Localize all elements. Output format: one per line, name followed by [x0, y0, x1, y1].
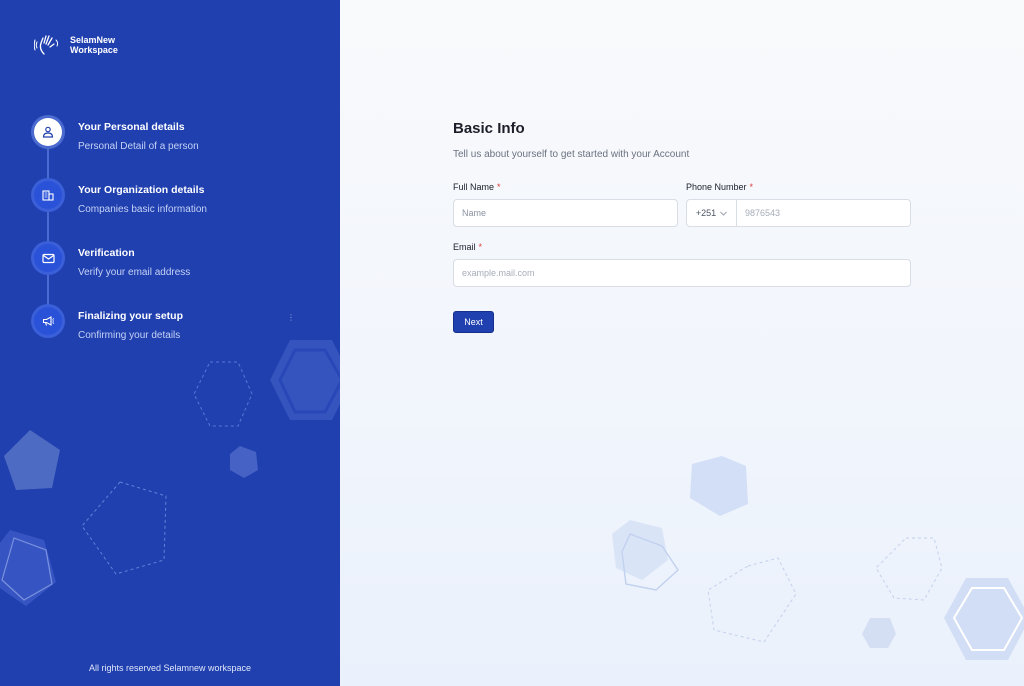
email-label: Email *: [453, 242, 483, 252]
main-content: Basic Info Tell us about yourself to get…: [340, 0, 1024, 686]
full-name-field-group: Full Name *: [453, 182, 678, 227]
mail-icon: [34, 244, 62, 272]
country-code-value: +251: [695, 208, 717, 218]
brand-name: SelamNew Workspace: [70, 35, 118, 55]
step-organization-details[interactable]: Your Organization details Companies basi…: [34, 181, 207, 244]
building-icon: [34, 181, 62, 209]
step-title: Verification: [78, 247, 135, 259]
step-subtitle: Personal Detail of a person: [78, 141, 199, 152]
resize-handle-icon[interactable]: ⋮: [287, 313, 295, 322]
waving-hand-icon: [34, 35, 59, 55]
step-finalizing-setup[interactable]: Finalizing your setup Confirming your de…: [34, 307, 207, 370]
country-code-select[interactable]: +251: [687, 200, 737, 226]
phone-field-group: Phone Number * +251: [686, 182, 911, 227]
full-name-label: Full Name *: [453, 182, 501, 192]
brand-line2: Workspace: [70, 45, 118, 55]
footer-copyright: All rights reserved Selamnew workspace: [88, 663, 252, 673]
step-subtitle: Verify your email address: [78, 267, 191, 278]
phone-label: Phone Number *: [686, 182, 754, 192]
form-title: Basic Info: [453, 120, 525, 137]
email-input[interactable]: [453, 259, 911, 287]
step-verification[interactable]: Verification Verify your email address: [34, 244, 207, 307]
step-title: Your Organization details: [78, 184, 205, 196]
phone-input-group: +251: [686, 199, 911, 227]
main-decoration: [612, 456, 1024, 660]
step-personal-details[interactable]: Your Personal details Personal Detail of…: [34, 118, 207, 181]
step-title: Finalizing your setup: [78, 310, 184, 322]
chevron-down-icon: [720, 211, 727, 216]
user-icon: [34, 118, 62, 146]
brand-logo[interactable]: SelamNew Workspace: [34, 34, 118, 56]
setup-steps: Your Personal details Personal Detail of…: [34, 118, 207, 370]
step-title: Your Personal details: [78, 121, 185, 133]
form-subtitle: Tell us about yourself to get started wi…: [453, 149, 690, 160]
basic-info-form: Basic Info Tell us about yourself to get…: [453, 120, 911, 333]
step-subtitle: Confirming your details: [78, 330, 181, 341]
full-name-input[interactable]: [453, 199, 678, 227]
brand-line1: SelamNew: [70, 35, 116, 45]
next-button[interactable]: Next: [453, 311, 494, 333]
megaphone-icon: [34, 307, 62, 335]
phone-number-input[interactable]: [737, 200, 910, 226]
email-field-group: Email *: [453, 242, 911, 287]
sidebar: SelamNew Workspace Your Personal details…: [0, 0, 340, 686]
step-subtitle: Companies basic information: [78, 204, 207, 215]
